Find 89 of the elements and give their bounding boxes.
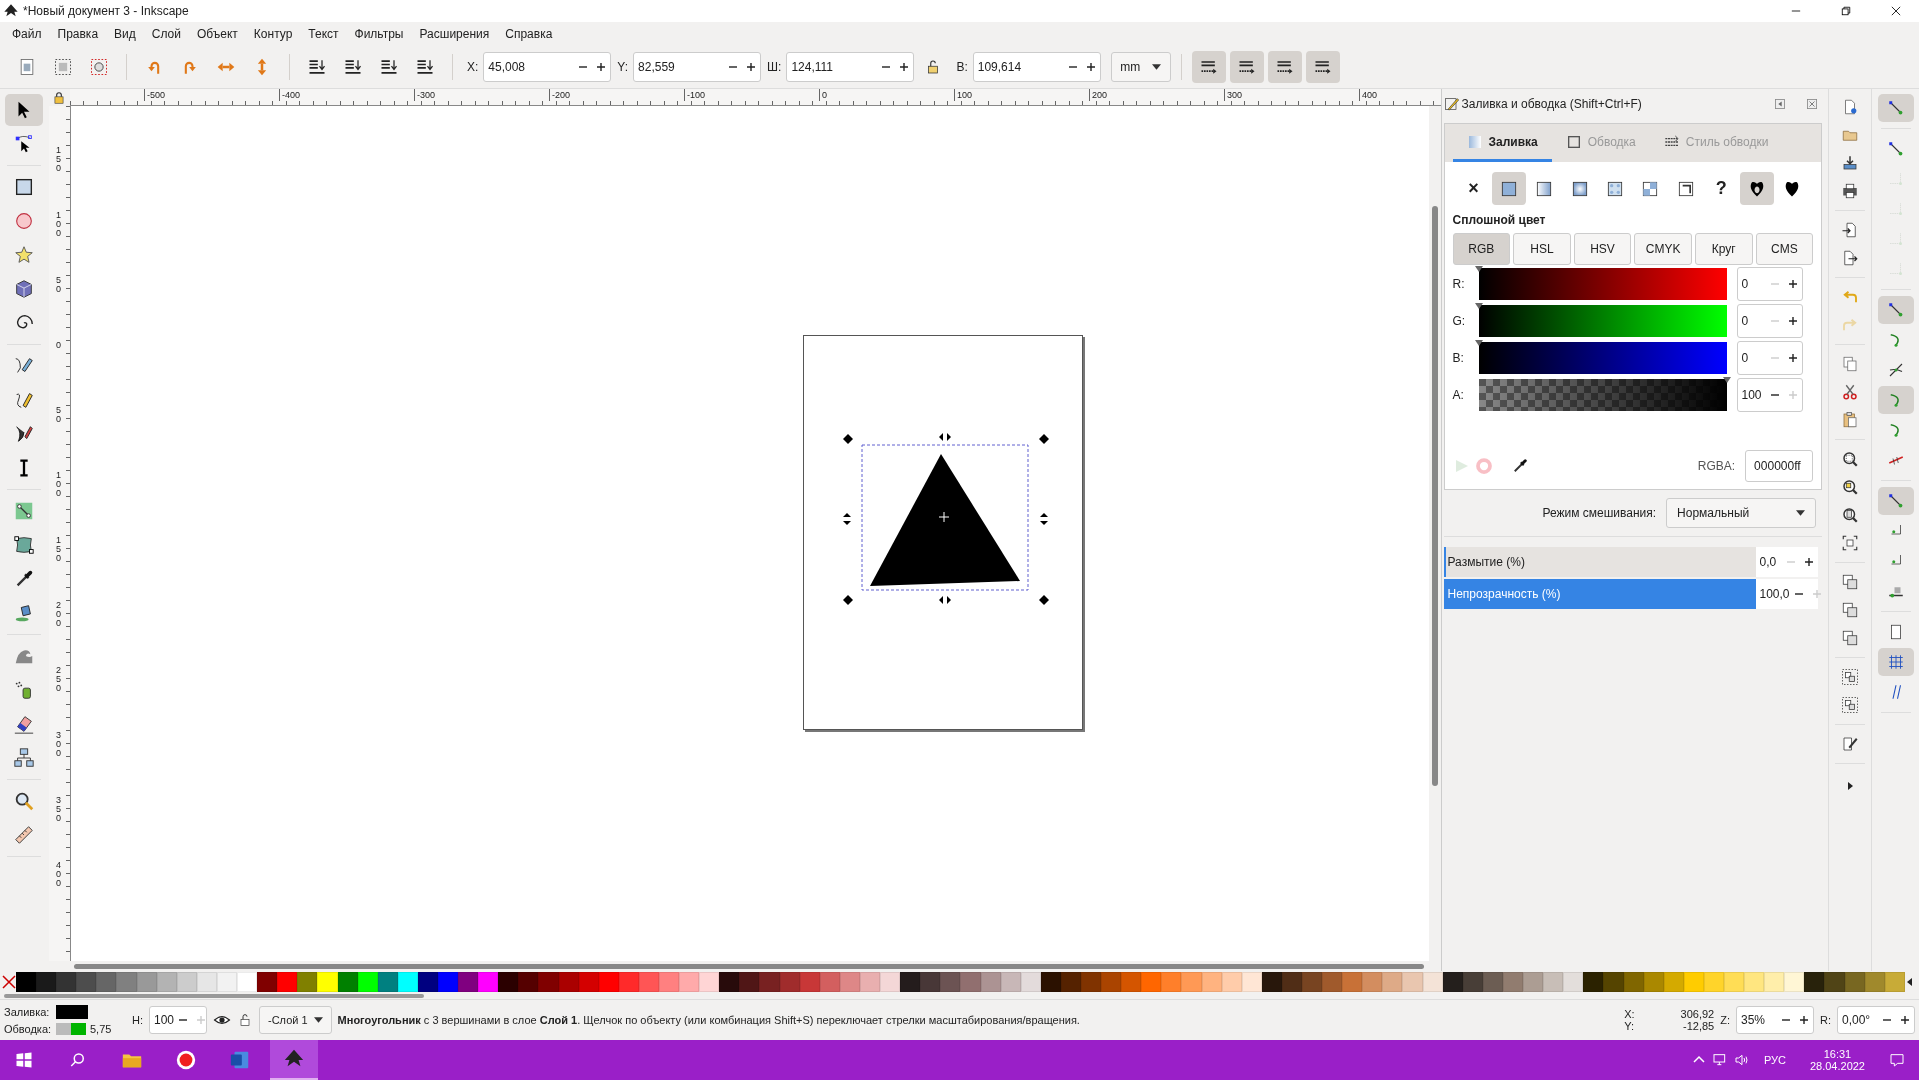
- ruler-label: 100: [953, 89, 972, 101]
- slider-label: Непрозрачность (%): [1446, 586, 1561, 603]
- dialog-title: Заливка и обводка (Shift+Ctrl+F): [1461, 97, 1642, 111]
- menu-item[interactable]: Файл: [4, 27, 50, 41]
- ruler-label: 200: [1088, 89, 1107, 101]
- color-mode-tab[interactable]: CMS: [1755, 233, 1814, 265]
- color-mode-tab[interactable]: CMYK: [1634, 233, 1692, 265]
- stroke-width: 5,75: [90, 1022, 112, 1035]
- spin-field[interactable]: 0,0: [1755, 547, 1818, 577]
- window-title: *Новый документ 3 - Inkscape: [23, 4, 189, 18]
- ruler-label: 50: [55, 406, 62, 424]
- unit-dropdown[interactable]: mm: [1110, 52, 1171, 82]
- status-message: Многоугольник с 3 вершинами в слое Слой 1. Щелчок по объекту (или комбинация Shift+S) переключает стрелки масштабирования/вращения.: [337, 1014, 1080, 1026]
- spin-field[interactable]: 0: [1736, 304, 1803, 338]
- clock-date: 28.04.2022: [1809, 1060, 1865, 1072]
- unset-paint-button[interactable]: ?: [1704, 172, 1739, 205]
- rotation-field[interactable]: 0,00°: [1837, 1006, 1915, 1034]
- field-label: В:: [956, 60, 968, 74]
- opacity-label: Н:: [132, 1014, 143, 1026]
- zoom-field[interactable]: 35%: [1736, 1006, 1814, 1034]
- ruler-label: -300: [413, 89, 435, 101]
- ruler-label: -100: [683, 89, 705, 101]
- effect-slider[interactable]: Непрозрачность (%): [1443, 579, 1756, 609]
- blend-label: Режим смешивания:: [1542, 506, 1657, 520]
- menu-item[interactable]: Расширения: [411, 27, 498, 41]
- blend-mode-dropdown[interactable]: Нормальный: [1666, 498, 1817, 528]
- spin-field[interactable]: 82,559: [633, 52, 762, 82]
- x-label: X:: [1624, 1008, 1635, 1020]
- color-mode-tab[interactable]: HSV: [1573, 233, 1632, 265]
- menu-item[interactable]: Фильтры: [346, 27, 412, 41]
- ruler-label: 0: [818, 89, 827, 101]
- spin-field[interactable]: 100: [1736, 378, 1803, 412]
- fill-label: Заливка:: [4, 1005, 51, 1018]
- language-indicator[interactable]: РУС: [1763, 1054, 1786, 1066]
- spin-field[interactable]: 0: [1736, 341, 1803, 375]
- ruler-label: 150: [55, 146, 62, 173]
- ruler-label: -500: [143, 89, 165, 101]
- rotation-label: R:: [1820, 1014, 1831, 1026]
- color-mode-tab[interactable]: RGB: [1452, 233, 1511, 265]
- ruler-label: 250: [55, 666, 62, 693]
- ruler-label: 0: [55, 341, 62, 350]
- ruler-label: 50: [55, 276, 62, 294]
- clock-time: 16:31: [1823, 1048, 1852, 1060]
- ruler-label: 200: [55, 601, 62, 628]
- field-label: X:: [467, 60, 479, 74]
- ruler-label: 100: [55, 211, 62, 238]
- channel-label: B:: [1452, 351, 1465, 365]
- ruler-label: -400: [278, 89, 300, 101]
- ruler-label: 100: [55, 471, 62, 498]
- y-coordinate: -12,85: [1683, 1020, 1715, 1032]
- effect-slider[interactable]: Размытие (%): [1443, 547, 1756, 577]
- rgba-field[interactable]: 000000ff: [1745, 450, 1814, 482]
- menu-item[interactable]: Контур: [245, 27, 301, 41]
- ruler-label: 300: [1223, 89, 1242, 101]
- channel-label: R:: [1452, 277, 1466, 291]
- section-heading: Сплошной цвет: [1452, 213, 1547, 227]
- field-label: Y:: [617, 60, 629, 74]
- no-paint-button[interactable]: ×: [1456, 172, 1491, 205]
- color-mode-tab[interactable]: Круг: [1694, 233, 1753, 265]
- menu-item[interactable]: Справка: [497, 27, 561, 41]
- menu-item[interactable]: Вид: [106, 27, 144, 41]
- ruler-label: 400: [55, 861, 62, 888]
- y-label: Y:: [1624, 1020, 1634, 1032]
- spin-field[interactable]: 100,0: [1755, 579, 1818, 609]
- ruler-label: 150: [55, 536, 62, 563]
- menu-item[interactable]: Текст: [300, 27, 347, 41]
- channel-label: G:: [1452, 314, 1467, 328]
- channel-label: A:: [1452, 388, 1465, 402]
- layer-dropdown[interactable]: -Слой 1: [259, 1006, 332, 1034]
- spin-field[interactable]: 109,614: [972, 52, 1101, 82]
- color-mode-tab[interactable]: HSL: [1513, 233, 1571, 265]
- ruler-label: -200: [548, 89, 570, 101]
- menu-item[interactable]: Правка: [49, 27, 107, 41]
- spin-field[interactable]: 0: [1736, 267, 1803, 301]
- ruler-label: 300: [55, 731, 62, 758]
- slider-label: Размытие (%): [1446, 554, 1525, 571]
- ruler-label: 350: [55, 796, 62, 823]
- zoom-label: Z:: [1720, 1014, 1730, 1026]
- rgba-label: RGBA:: [1697, 459, 1736, 473]
- spin-field[interactable]: 124,111: [786, 52, 915, 82]
- field-label: Ш:: [767, 60, 782, 74]
- ruler-label: 400: [1358, 89, 1377, 101]
- menu-item[interactable]: Слой: [143, 27, 189, 41]
- stroke-label: Обводка:: [4, 1022, 53, 1035]
- spin-field[interactable]: 45,008: [483, 52, 612, 82]
- opacity-field[interactable]: 100: [149, 1006, 207, 1034]
- menu-item[interactable]: Объект: [188, 27, 246, 41]
- clock[interactable]: 16:31 28.04.2022: [1809, 1048, 1865, 1072]
- x-coordinate: 306,92: [1680, 1008, 1715, 1020]
